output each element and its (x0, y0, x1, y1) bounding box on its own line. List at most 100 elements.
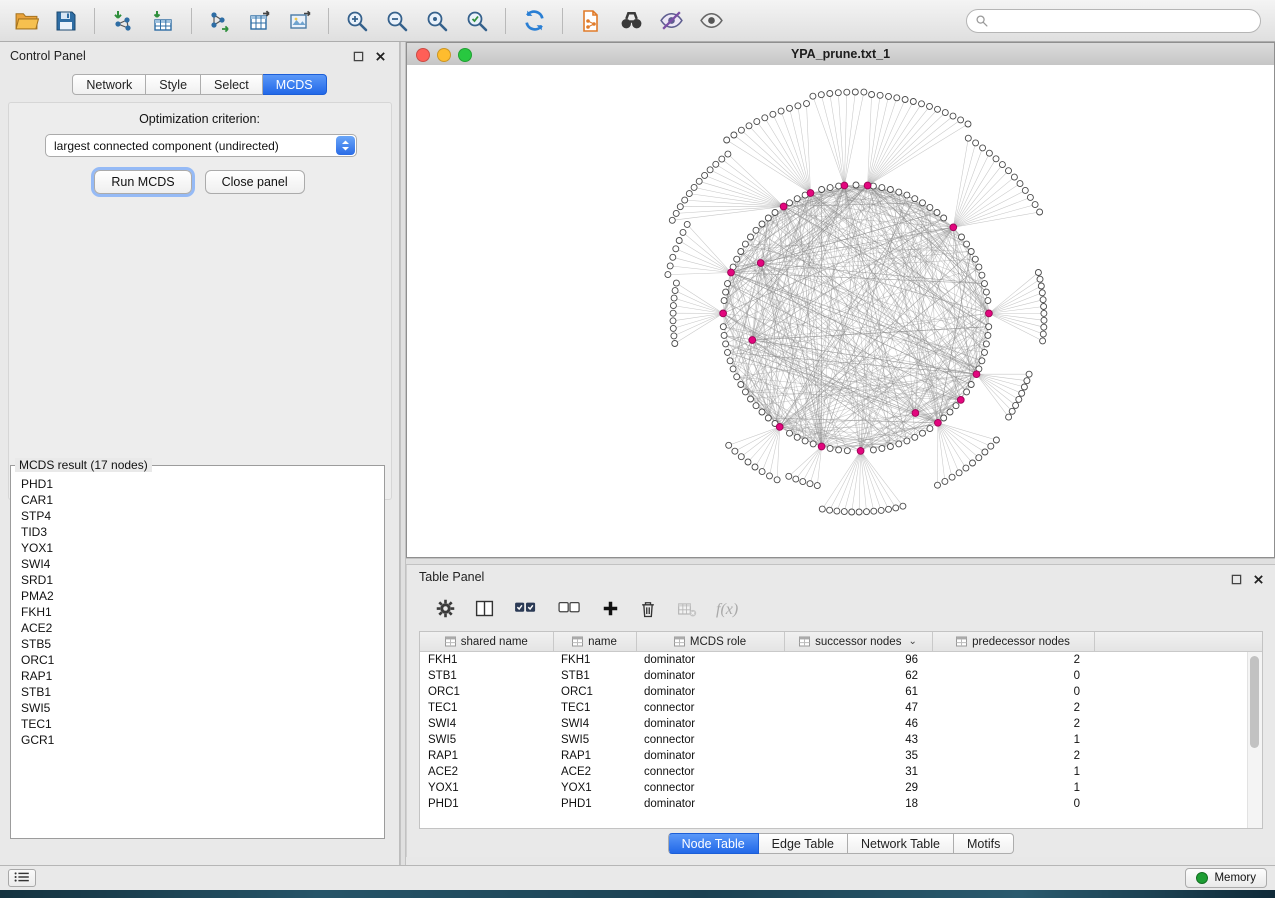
network-node[interactable] (786, 473, 792, 479)
network-node[interactable] (1021, 384, 1027, 390)
result-node[interactable]: ORC1 (21, 652, 374, 668)
network-node[interactable] (835, 90, 841, 96)
network-node[interactable] (672, 288, 678, 294)
network-node[interactable] (667, 263, 673, 269)
close-table-panel-icon[interactable] (1251, 572, 1265, 586)
network-node[interactable] (727, 358, 733, 364)
network-node[interactable] (856, 509, 862, 515)
network-node[interactable] (1016, 396, 1022, 402)
columns-button[interactable] (472, 596, 497, 624)
zoom-window-icon[interactable] (458, 48, 472, 62)
result-node[interactable]: YOX1 (21, 540, 374, 556)
run-mcds-button[interactable]: Run MCDS (94, 170, 191, 194)
network-node[interactable] (935, 106, 941, 112)
table-row[interactable]: SWI5SWI5connector431 (420, 732, 1262, 748)
network-hub-node[interactable] (818, 443, 825, 450)
tab-network-table[interactable]: Network Table (848, 833, 954, 854)
network-node[interactable] (877, 92, 883, 98)
network-node[interactable] (869, 92, 875, 98)
network-hub-node[interactable] (757, 260, 764, 267)
result-node[interactable]: FKH1 (21, 604, 374, 620)
network-node[interactable] (920, 200, 926, 206)
network-node[interactable] (1038, 283, 1044, 289)
network-node[interactable] (682, 197, 688, 203)
network-node[interactable] (669, 217, 675, 223)
network-node[interactable] (719, 156, 725, 162)
table-row[interactable]: FKH1FKH1dominator962 (420, 652, 1262, 669)
network-node[interactable] (742, 241, 748, 247)
network-node[interactable] (927, 103, 933, 109)
optimization-criterion-select[interactable]: largest connected component (undirected) (45, 134, 357, 157)
network-node[interactable] (852, 89, 858, 95)
network-node[interactable] (787, 105, 793, 111)
network-node[interactable] (1037, 276, 1043, 282)
network-node[interactable] (731, 132, 737, 138)
result-node[interactable]: CAR1 (21, 492, 374, 508)
float-panel-icon[interactable] (351, 49, 365, 63)
network-node[interactable] (927, 204, 933, 210)
network-node[interactable] (673, 210, 679, 216)
network-node[interactable] (787, 200, 793, 206)
table-row[interactable]: STB1STB1dominator620 (420, 668, 1262, 684)
network-node[interactable] (864, 509, 870, 515)
network-node[interactable] (887, 187, 893, 193)
network-node[interactable] (965, 135, 971, 141)
network-node[interactable] (871, 508, 877, 514)
network-node[interactable] (670, 318, 676, 324)
tab-node-table[interactable]: Node Table (668, 833, 759, 854)
network-node[interactable] (912, 196, 918, 202)
network-node[interactable] (684, 221, 690, 227)
network-node[interactable] (972, 256, 978, 262)
zoom-selected-button[interactable] (459, 4, 495, 38)
network-node[interactable] (671, 295, 677, 301)
network-node[interactable] (861, 89, 867, 95)
network-node[interactable] (1019, 390, 1025, 396)
table-row[interactable]: RAP1RAP1dominator352 (420, 748, 1262, 764)
network-node[interactable] (730, 366, 736, 372)
network-node[interactable] (762, 115, 768, 121)
network-node[interactable] (745, 459, 751, 465)
add-button[interactable] (599, 597, 622, 623)
network-hub-node[interactable] (776, 424, 783, 431)
network-node[interactable] (980, 145, 986, 151)
network-node[interactable] (976, 264, 982, 270)
network-hub-node[interactable] (749, 337, 756, 344)
network-node[interactable] (794, 196, 800, 202)
network-node[interactable] (814, 483, 820, 489)
gear-button[interactable] (433, 596, 458, 624)
network-node[interactable] (738, 127, 744, 133)
network-node[interactable] (670, 325, 676, 331)
network-node[interactable] (949, 474, 955, 480)
network-node[interactable] (1006, 414, 1012, 420)
network-node[interactable] (894, 95, 900, 101)
float-table-panel-icon[interactable] (1229, 572, 1243, 586)
network-node[interactable] (982, 281, 988, 287)
network-node[interactable] (753, 227, 759, 233)
network-node[interactable] (827, 185, 833, 191)
hide-eye-button[interactable] (653, 4, 689, 38)
network-hub-node[interactable] (807, 190, 814, 197)
network-node[interactable] (1040, 297, 1046, 303)
network-node[interactable] (819, 506, 825, 512)
network-node[interactable] (1035, 270, 1041, 276)
minimize-window-icon[interactable] (437, 48, 451, 62)
network-hub-node[interactable] (935, 419, 942, 426)
network-node[interactable] (691, 184, 697, 190)
save-button[interactable] (48, 4, 84, 38)
network-node[interactable] (841, 509, 847, 515)
tab-style[interactable]: Style (146, 74, 201, 95)
network-hub-node[interactable] (841, 182, 848, 189)
network-node[interactable] (713, 161, 719, 167)
network-node[interactable] (902, 97, 908, 103)
network-node[interactable] (1013, 402, 1019, 408)
network-node[interactable] (795, 103, 801, 109)
network-node[interactable] (879, 185, 885, 191)
network-node[interactable] (670, 303, 676, 309)
network-node[interactable] (953, 403, 959, 409)
horizontal-splitter[interactable] (406, 558, 1275, 565)
network-node[interactable] (900, 503, 906, 509)
network-hub-node[interactable] (720, 310, 727, 317)
network-node[interactable] (738, 382, 744, 388)
zoom-fit-button[interactable] (419, 4, 455, 38)
network-node[interactable] (985, 298, 991, 304)
